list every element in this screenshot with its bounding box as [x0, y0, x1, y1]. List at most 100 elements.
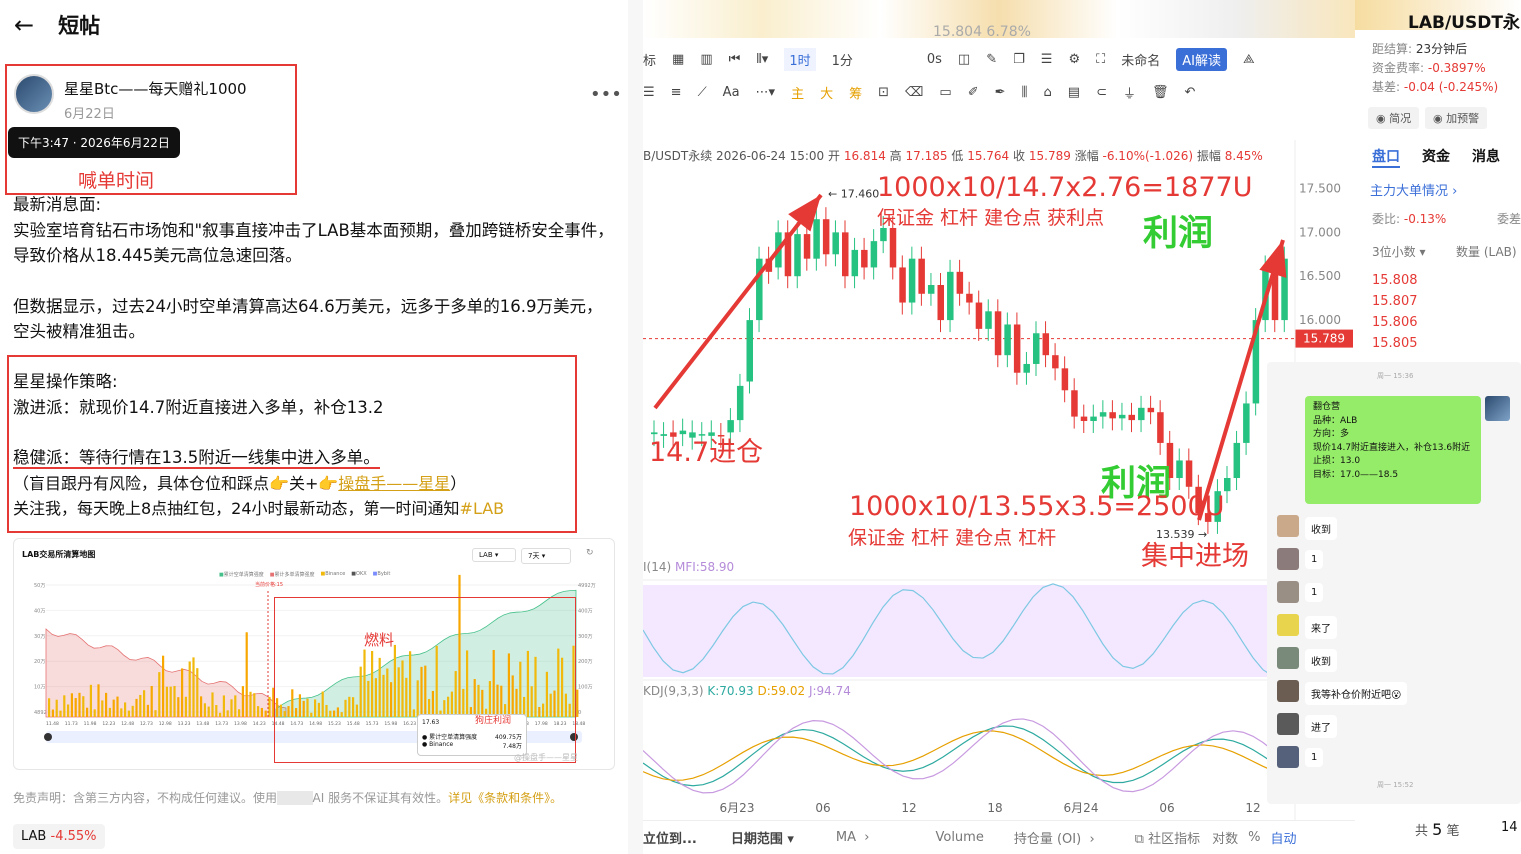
heatmap-fuel-label: 燃料 [364, 631, 395, 649]
card-line: 现价14.7附近直接进入，补仓13.6附近 [1313, 442, 1471, 453]
heatmap-bar [165, 686, 168, 717]
heatmap-bar [249, 691, 252, 717]
heatmap-x-tick: 14.23 [253, 721, 266, 727]
x-axis-label: 12 [901, 801, 916, 815]
candle-body [1109, 412, 1116, 419]
bottom-date-range[interactable]: 日期范围 ▾ [731, 828, 794, 847]
annotation-profit-top: 利润 [1143, 214, 1214, 254]
candle-body [1033, 333, 1040, 364]
bottom-position[interactable]: 立位到... [643, 828, 697, 847]
heatmap-y-tick: 40万 [34, 608, 45, 614]
heatmap-bar [116, 696, 119, 717]
candle-body [851, 249, 859, 277]
candle-body [1138, 407, 1145, 421]
tab-news[interactable]: 消息 [1472, 146, 1500, 168]
annotation-bottom-formula: 1000x10/13.55x3.5=2500U [849, 491, 1225, 522]
heatmap-x-tick: 11.73 [65, 721, 78, 727]
bottom-volume[interactable]: Volume [935, 830, 983, 845]
more-icon[interactable]: ••• [590, 84, 622, 105]
basis-row: 基差: -0.04 (-0.245%) [1372, 80, 1499, 94]
heatmap-bar [48, 698, 51, 717]
heatmap-bar [74, 698, 77, 717]
tab-funds[interactable]: 资金 [1422, 146, 1450, 168]
candle-body [975, 302, 983, 329]
heatmap-bar [200, 696, 203, 717]
candle-body [1052, 355, 1059, 369]
big-orders-link[interactable]: 主力大单情况 › [1370, 180, 1457, 199]
bottom-auto[interactable]: 自动 [1270, 828, 1296, 847]
tab-orderbook[interactable]: 盘口 [1372, 146, 1400, 168]
candle-body [756, 258, 763, 321]
x-axis-label: 06 [1159, 801, 1174, 815]
heatmap-bar [143, 690, 146, 717]
heatmap-y-tick: 30万 [34, 634, 45, 640]
heatmap-bar [112, 699, 115, 717]
heatmap-bar [127, 710, 130, 717]
terms-link[interactable]: 详见《条款和条件》。 [448, 791, 562, 805]
heatmap-bar [576, 689, 579, 717]
back-arrow-icon[interactable]: ← [14, 11, 34, 39]
heatmap-bar [86, 707, 89, 717]
card-line: 翻仓营 [1313, 402, 1341, 412]
kline-chart-panel[interactable]: 15.804 6.78% 标 ▦ ▥ ⏮ ⫴▾ 1时 1分 0s ◫ ✎ ❐ ☰… [643, 0, 1355, 854]
annotation-time-label: 喊单时间 [78, 170, 155, 192]
liquidation-heatmap-image[interactable]: LAB交易所清算地图 LAB ▾ 7天 ▾ ↻ ■累计空单清算强度 ■累计多单清… [13, 538, 615, 770]
heatmap-bar [215, 704, 218, 717]
candle-body [736, 385, 744, 421]
card-line: 止损：13.0 [1313, 456, 1361, 466]
x-axis-label: 06 [815, 801, 830, 815]
ask-price[interactable]: 15.806 [1372, 312, 1418, 333]
heatmap-bar [211, 692, 214, 717]
candle-body [1157, 412, 1164, 443]
heatmap-x-tick: 13.23 [178, 721, 191, 727]
heatmap-x-tick: 13.73 [215, 721, 228, 727]
annotation-top-formula: 1000x10/14.7x2.76=1877U [877, 172, 1253, 203]
chat-message: 收到 [1305, 517, 1337, 540]
decimals-select[interactable]: 3位小数 ▾ [1372, 243, 1425, 260]
candle-body [861, 249, 868, 268]
heatmap-bar [219, 712, 222, 717]
candle-body [746, 320, 753, 382]
heatmap-bar [203, 703, 206, 717]
ask-price[interactable]: 15.807 [1372, 291, 1418, 312]
heatmap-bar [162, 655, 165, 717]
bottom-oi[interactable]: 持仓量 (OI) › [1014, 828, 1095, 847]
candle-body [1147, 407, 1155, 413]
candle-body [794, 234, 801, 277]
ask-price[interactable]: 15.805 [1372, 333, 1418, 354]
funding-row: 资金费率: -0.3897% [1372, 61, 1486, 75]
qty-header: 数量 (LAB) [1456, 245, 1517, 259]
coin-tag[interactable]: LAB -4.55% [13, 824, 105, 849]
candle-body [1042, 333, 1050, 356]
bottom-log[interactable]: 对数 [1212, 828, 1238, 847]
chart-bottom-bar: 立位到... 日期范围 ▾ MA › Volume 持仓量 (OI) › ⧉ 社… [643, 820, 1355, 854]
heatmap-y2-tick: 4992万 [578, 583, 596, 589]
slider-handle [44, 733, 52, 741]
heatmap-bar [264, 710, 267, 717]
trader-link[interactable]: 操盘手——星星 [338, 474, 450, 493]
bottom-percent[interactable]: % [1248, 830, 1260, 845]
bottom-ma[interactable]: MA › [836, 830, 870, 845]
total-count: 共 5 笔 [1415, 820, 1460, 839]
heatmap-x-tick: 13.48 [196, 721, 209, 727]
chat-avatar [1277, 614, 1299, 636]
ask-price[interactable]: 15.808 [1372, 270, 1418, 291]
kline-svg[interactable]: 17.50017.00016.50016.00015.789← 17.46013… [643, 0, 1355, 854]
candle-body [1176, 460, 1183, 479]
strategy-aggressive: 激进派：就现价14.7附近直接进入多单，补仓13.2 [13, 397, 384, 417]
heatmap-bar [257, 706, 260, 717]
heatmap-bar [238, 709, 241, 717]
heatmap-y-tick: 4892 [34, 710, 47, 716]
chat-avatar-self [1485, 396, 1510, 421]
heatmap-bar [222, 695, 225, 717]
panel-divider [628, 0, 643, 854]
alert-button[interactable]: ◉ 加预警 [1425, 107, 1488, 129]
bottom-community[interactable]: ⧉ 社区指标 [1135, 828, 1200, 847]
lab-hashtag[interactable]: #LAB [460, 499, 505, 518]
candle-body [889, 227, 897, 268]
heatmap-x-tick: 11.48 [46, 721, 59, 727]
brief-button[interactable]: ◉ 简况 [1368, 107, 1420, 129]
news-heading: 最新消息面: [13, 195, 102, 214]
chat-avatar [1277, 647, 1299, 669]
mfi-label: I(14) MFI:58.90 [643, 560, 735, 574]
